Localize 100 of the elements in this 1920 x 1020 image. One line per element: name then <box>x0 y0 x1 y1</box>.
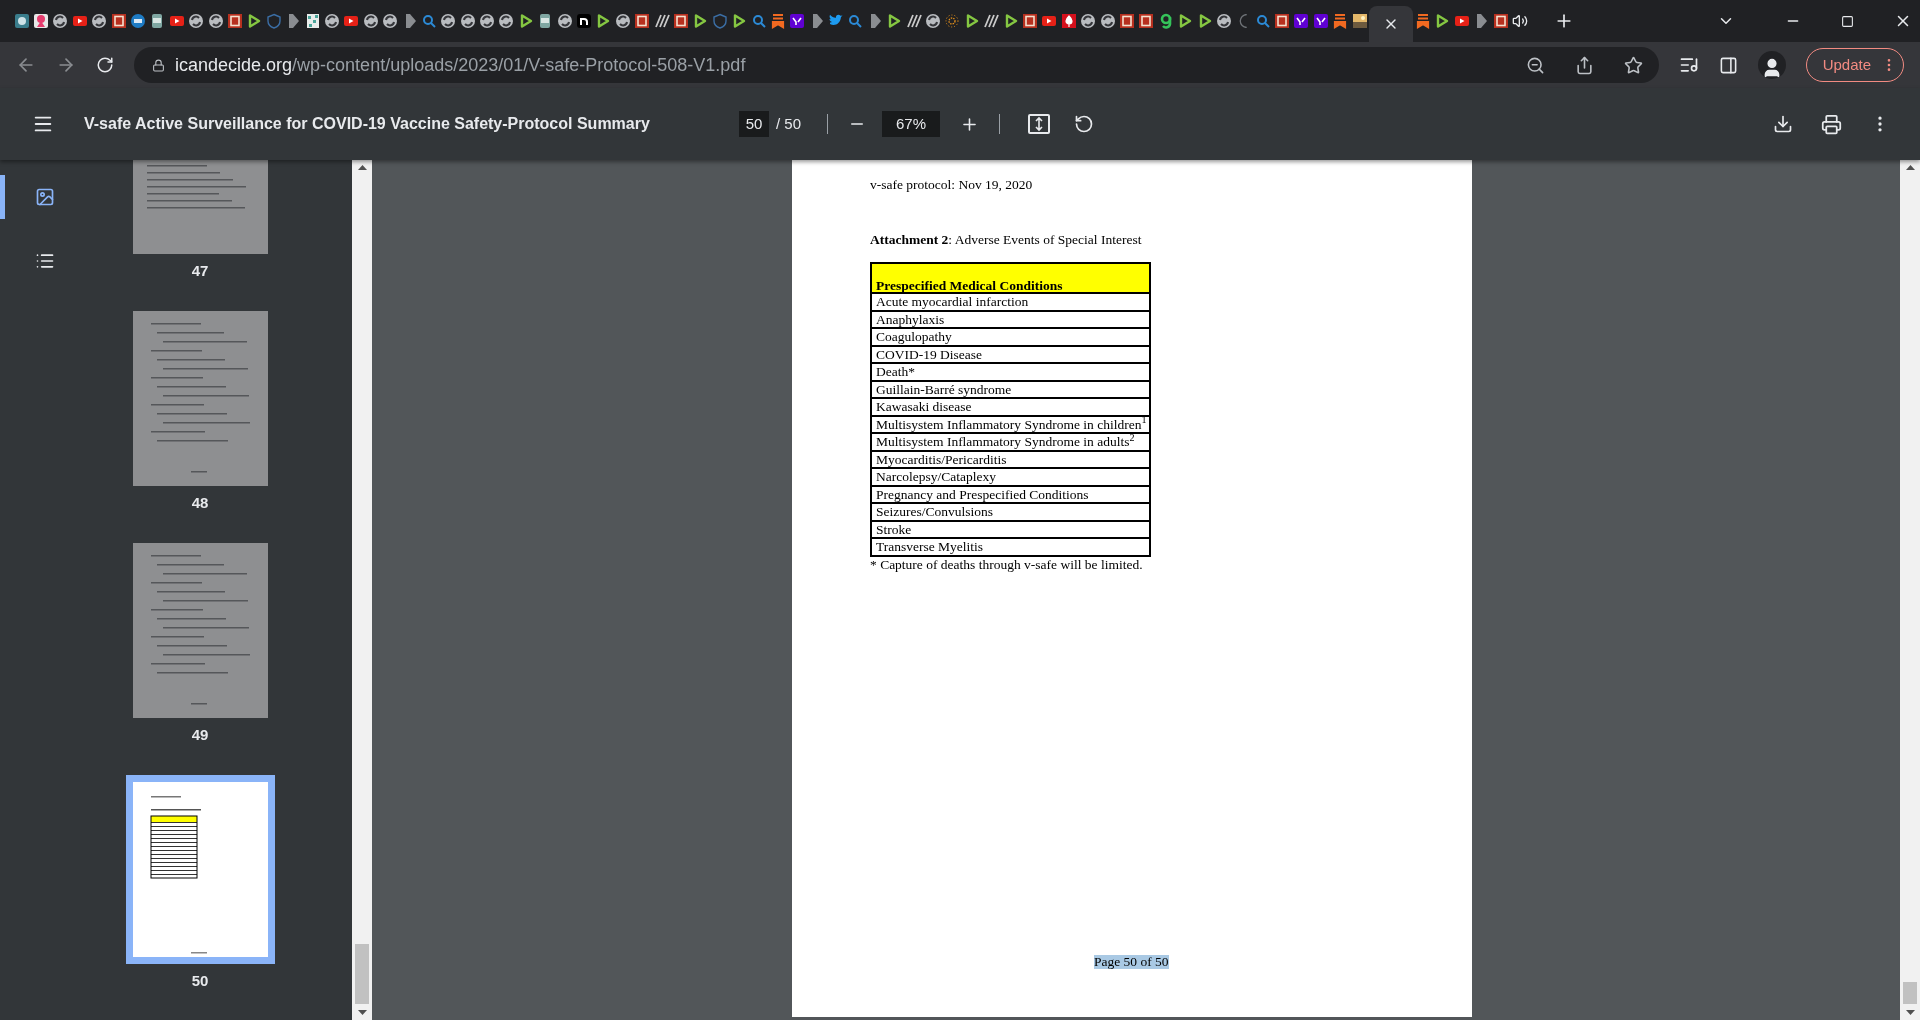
play-icon <box>731 13 748 29</box>
swirl-icon <box>925 13 942 29</box>
swirl-icon <box>1080 13 1097 29</box>
restore-icon[interactable] <box>1841 14 1854 28</box>
swirl-icon <box>479 13 496 29</box>
play-icon <box>1434 13 1451 29</box>
square-icon <box>1118 13 1135 29</box>
swirl-icon <box>188 13 205 29</box>
list-icon <box>34 251 55 271</box>
page-thumbnail[interactable] <box>132 311 268 486</box>
page-thumbnail[interactable] <box>125 775 275 964</box>
stripes-icon <box>905 13 922 29</box>
page-number-field[interactable]: 50 <box>739 111 769 137</box>
circle-icon <box>130 13 147 29</box>
page-count: / 50 <box>776 113 802 134</box>
square-icon <box>1492 13 1509 29</box>
arch-icon <box>576 13 592 29</box>
table-cell: Coagulopathy <box>872 329 1149 347</box>
play-icon <box>595 13 612 29</box>
table-header: Prespecified Medical Conditions <box>872 264 1149 294</box>
document-title: V-safe Active Surveillance for COVID-19 Vaccine Safety-Protocol Summary <box>84 114 651 134</box>
search-icon <box>1254 13 1271 29</box>
search-icon <box>847 13 864 29</box>
zoom-field[interactable]: 67% <box>882 111 941 137</box>
attachment-heading: Attachment 2: Adverse Events of Special Interest <box>870 232 1143 248</box>
fit-page-icon[interactable] <box>1028 114 1051 134</box>
play-icon <box>246 13 263 29</box>
scrollbar[interactable] <box>352 160 372 1020</box>
table-cell: Seizures/Convulsions <box>872 504 1149 522</box>
search-icon <box>420 13 437 29</box>
table-cell-text: Transverse Myelitis <box>875 539 985 555</box>
page-number: 49 <box>191 726 209 744</box>
swirl-icon <box>362 13 379 29</box>
reading-list-icon[interactable] <box>1678 55 1699 75</box>
figure-icon <box>33 13 50 29</box>
play-icon <box>343 13 360 29</box>
page-number: 50 <box>191 972 209 990</box>
share-icon[interactable] <box>1574 55 1594 75</box>
bookmark-icon <box>769 13 786 29</box>
table-cell: Guillain-Barré syndrome <box>872 381 1149 399</box>
globe-icon <box>13 13 30 29</box>
pin-icon <box>1060 13 1077 29</box>
pattern-icon <box>304 13 321 29</box>
square-icon <box>634 13 651 29</box>
address-field[interactable]: icandecide.org/wp-content/uploads/2023/01/V-safe-Protocol-508-V1.pdf <box>134 47 1659 83</box>
table-cell: Multisystem Inflammatory Syndrome in adults$^{2}$ <box>872 434 1149 452</box>
page-thumbnail[interactable] <box>132 543 268 718</box>
footnote: * Capture of deaths through v-safe will be limited. <box>870 556 1144 572</box>
scroll-down-icon[interactable] <box>357 1010 367 1016</box>
square-icon <box>1293 13 1310 29</box>
scroll-up-icon[interactable] <box>1905 164 1915 170</box>
swirl-icon <box>382 13 399 29</box>
download-icon[interactable] <box>1773 114 1793 134</box>
square-icon <box>789 13 806 29</box>
star-icon[interactable] <box>1623 55 1643 75</box>
reload-icon[interactable] <box>96 56 114 74</box>
search-icon <box>750 13 767 29</box>
shield-icon <box>711 13 728 29</box>
square-icon <box>1312 13 1329 29</box>
url-text: icandecide.org/wp-content/uploads/2023/01/V-safe-Protocol-508-V1.pdf <box>175 53 746 77</box>
swirl-icon <box>91 13 108 29</box>
scrollbar-thumb[interactable] <box>1903 982 1917 1004</box>
swirl-icon <box>323 13 340 29</box>
stripes-icon <box>983 13 1000 29</box>
rotate-icon[interactable] <box>1074 114 1095 134</box>
image-icon <box>1351 13 1368 29</box>
moon-icon <box>1238 14 1248 28</box>
scrollbar-thumb[interactable] <box>355 944 369 1004</box>
print-icon[interactable] <box>1821 113 1842 135</box>
square-icon <box>672 13 689 29</box>
page-thumbnail[interactable] <box>132 160 268 254</box>
table-cell: Acute myocardial infarction <box>872 294 1149 312</box>
lock-icon <box>152 58 165 72</box>
table-cell: Anaphylaxis <box>872 311 1149 329</box>
play-icon <box>886 13 903 29</box>
profile-avatar[interactable] <box>1757 51 1786 79</box>
zoom-out-icon[interactable] <box>1525 55 1545 75</box>
play-icon <box>1041 13 1058 29</box>
swirl-icon <box>440 13 457 29</box>
side-panel-icon[interactable] <box>1718 55 1738 75</box>
square-icon <box>1022 13 1038 29</box>
swirl-icon <box>498 13 515 29</box>
image-icon <box>34 187 55 207</box>
table-cell: Narcolepsy/Cataplexy <box>872 469 1149 487</box>
table-cell: Myocarditis/Pericarditis <box>872 451 1149 469</box>
page-number: 47 <box>191 262 209 280</box>
play-icon <box>168 13 185 29</box>
square-icon <box>110 13 127 29</box>
bookmark-icon <box>1332 13 1349 29</box>
scrollbar[interactable] <box>1900 160 1920 1020</box>
scroll-up-icon[interactable] <box>357 164 367 170</box>
play-icon <box>692 13 709 29</box>
square-icon <box>1274 13 1291 29</box>
swirl-icon <box>556 13 573 29</box>
page-number: 48 <box>191 494 209 512</box>
table-cell: COVID-19 Disease <box>872 346 1149 364</box>
scroll-down-icon[interactable] <box>1905 1010 1915 1016</box>
swirl-icon <box>614 13 631 29</box>
sun-icon <box>944 13 961 29</box>
square-icon <box>1138 13 1155 29</box>
